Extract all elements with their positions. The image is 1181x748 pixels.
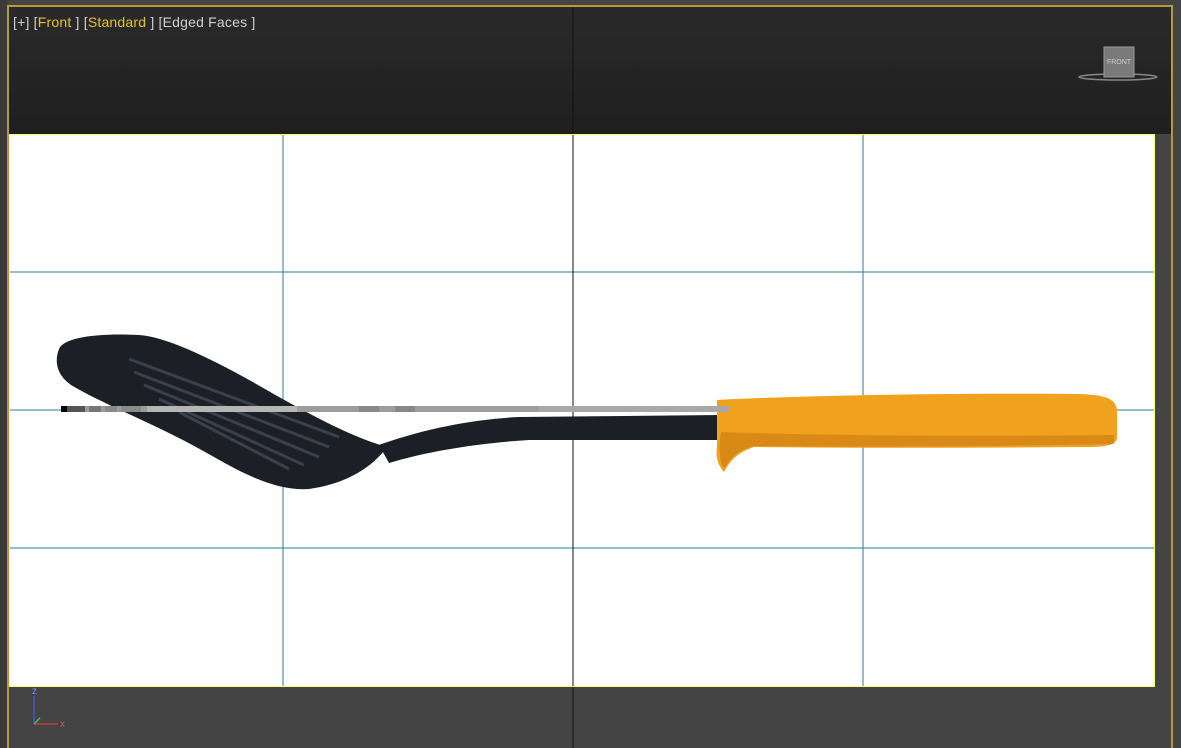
viewport-label-menu: [+] [Front ] [Standard ] [Edged Faces ] — [13, 14, 255, 30]
front-viewport[interactable]: [+] [Front ] [Standard ] [Edged Faces ] … — [7, 5, 1173, 748]
horizontal-guide-bar — [61, 406, 729, 412]
view-cube[interactable]: FRONT — [1077, 45, 1159, 85]
plus-menu[interactable]: [+] — [13, 14, 30, 30]
view-menu[interactable]: Front — [38, 14, 72, 30]
edged-faces-menu[interactable]: [Edged Faces ] — [159, 14, 256, 30]
left-edge-strip — [0, 0, 7, 748]
shading-close-bracket: ] — [150, 14, 155, 30]
axis-tripod: z x — [32, 686, 65, 728]
view-cube-face-label: FRONT — [1107, 59, 1132, 66]
x-axis-label: x — [60, 719, 65, 728]
z-axis-label: z — [32, 686, 37, 697]
viewport-scene — [9, 7, 1155, 748]
view-menu-close-bracket: ] — [75, 14, 80, 30]
y-axis-line — [33, 717, 41, 725]
shading-menu[interactable]: Standard — [88, 14, 146, 30]
